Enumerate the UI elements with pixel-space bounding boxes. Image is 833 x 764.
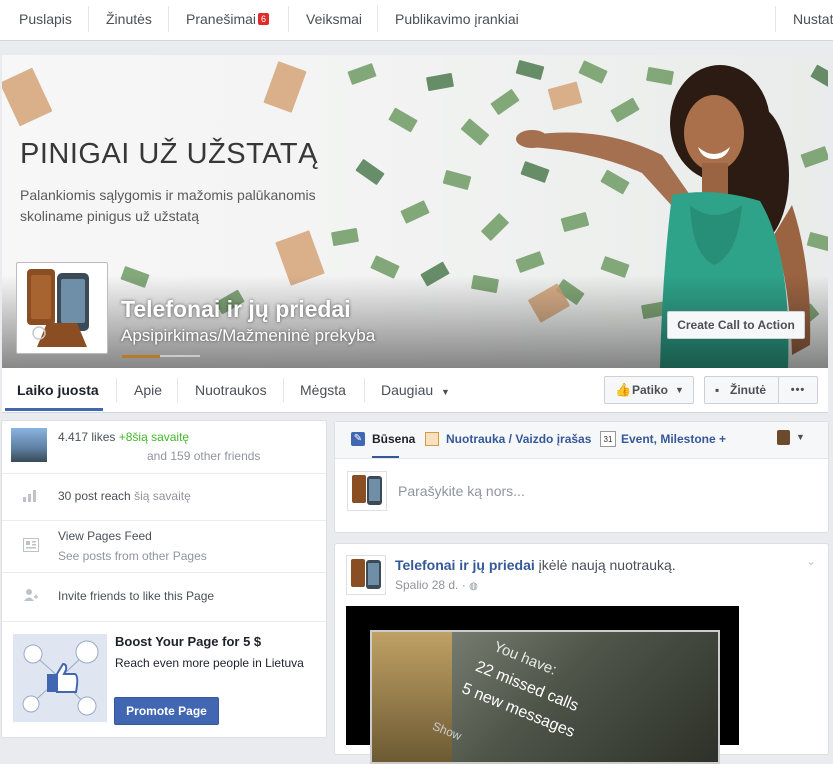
boost-title: Boost Your Page for 5 $	[115, 634, 262, 649]
globe-icon: ◍	[469, 581, 478, 592]
nav-divider	[775, 6, 776, 32]
reach-period: šią savaitę	[134, 489, 191, 503]
news-feed-icon	[23, 538, 39, 552]
row-divider	[2, 473, 326, 474]
cover-progress-fill	[122, 355, 160, 358]
page-category[interactable]: Apsipirkimas/Mažmeninė prekyba	[121, 326, 375, 346]
post-as-avatar-icon[interactable]	[777, 430, 790, 445]
tab-more-label: Daugiau	[381, 382, 434, 398]
promote-page-button[interactable]: Promote Page	[114, 697, 219, 725]
speech-bubble-icon: ▪	[715, 383, 720, 397]
composer-tab-status[interactable]: Būsena	[372, 432, 415, 446]
row-divider	[2, 572, 326, 573]
tab-divider	[177, 378, 178, 402]
pencil-icon: ✎	[351, 432, 365, 446]
boost-description: Reach even more people in Lietuva	[115, 656, 304, 670]
post-header: Telefonai ir jų priedai įkėlė naują nuot…	[395, 557, 676, 573]
nav-activity[interactable]: Veiksmai	[306, 0, 362, 40]
post-action-text: įkėlė naują nuotrauką.	[538, 557, 676, 573]
nav-settings[interactable]: Nustat	[793, 0, 833, 40]
boost-illustration	[13, 634, 107, 722]
bar-chart-icon	[23, 490, 36, 502]
profile-picture[interactable]	[16, 262, 108, 354]
page-name[interactable]: Telefonai ir jų priedai	[121, 296, 351, 323]
composer-active-indicator	[372, 456, 399, 458]
invite-friends-link[interactable]: Invite friends to like this Page	[58, 589, 214, 603]
phone-case-icon	[27, 269, 89, 347]
tab-divider	[283, 378, 284, 402]
tab-divider	[364, 378, 365, 402]
nav-page[interactable]: Puslapis	[19, 0, 72, 40]
post-photo[interactable]: You have: 22 missed calls 5 new messages…	[346, 606, 739, 764]
post-date: Spalio 28 d. ·	[395, 578, 466, 592]
row-divider	[2, 520, 326, 521]
page-tab-bar: Laiko juosta Apie Nuotraukos Mėgsta Daug…	[2, 368, 828, 413]
tab-divider	[116, 378, 117, 402]
page-avatar	[347, 471, 387, 511]
add-friend-icon	[24, 589, 38, 601]
notifications-badge: 6	[258, 13, 270, 25]
page-stats-card: 4.417 likes +8šią savaitę and 159 other …	[1, 420, 327, 738]
friends-photo[interactable]	[11, 428, 47, 462]
nav-divider	[377, 6, 378, 32]
row-divider	[2, 621, 326, 622]
thumbs-up-icon: 👍	[615, 382, 632, 397]
phone-screen-photo: You have: 22 missed calls 5 new messages…	[370, 630, 720, 764]
like-page-button[interactable]: 👍 Patiko ▼	[604, 376, 694, 404]
tab-likes[interactable]: Mėgsta	[300, 368, 346, 412]
composer-tab-photo-video[interactable]: Nuotrauka / Vaizdo įrašas	[446, 432, 591, 446]
photo-left-panel	[372, 632, 452, 762]
likes-weekly-change: +8šią savaitę	[118, 430, 190, 444]
nav-divider	[88, 6, 89, 32]
post-options-chevron-icon[interactable]: ⌄	[806, 554, 816, 568]
caret-down-icon[interactable]: ▼	[796, 432, 805, 442]
post-reach[interactable]: 30 post reach	[58, 489, 131, 503]
like-button-label: Patiko	[632, 383, 669, 397]
nav-publishing-tools[interactable]: Publikavimo įrankiai	[395, 0, 519, 40]
post-author-avatar[interactable]	[346, 555, 386, 595]
caret-down-icon: ▼	[441, 387, 450, 397]
create-cta-button[interactable]: Create Call to Action	[667, 311, 805, 339]
nav-notifications-label: Pranešimai	[186, 11, 257, 27]
likes-line: 4.417 likes +8šią savaitę	[58, 430, 189, 444]
caret-down-icon: ▼	[675, 385, 684, 395]
photo-icon	[425, 432, 439, 446]
cover-headline: PINIGAI UŽ UŽSTATĄ	[20, 138, 318, 170]
page-admin-nav: Puslapis Žinutės Pranešimai 6 Veiksmai Pu…	[0, 0, 833, 41]
message-button-label: Žinutė	[730, 383, 766, 397]
view-pages-feed-description: See posts from other Pages	[58, 549, 207, 563]
more-options-button[interactable]: •••	[778, 376, 818, 404]
nav-divider	[288, 6, 289, 32]
composer-input[interactable]: Parašykite ką nors...	[398, 483, 525, 499]
nav-divider	[168, 6, 169, 32]
tab-photos[interactable]: Nuotraukos	[195, 368, 267, 412]
cover-subtitle: Palankiomis sąlygomis ir mažomis palūkan…	[20, 187, 316, 203]
likes-count[interactable]: 4.417 likes	[58, 430, 115, 444]
view-pages-feed-link[interactable]: View Pages Feed	[58, 529, 152, 543]
reach-line: 30 post reach šią savaitę	[58, 489, 191, 503]
tab-more[interactable]: Daugiau ▼	[381, 368, 450, 412]
nav-notifications[interactable]: Pranešimai 6	[186, 0, 270, 40]
active-tab-indicator	[5, 408, 103, 411]
calendar-icon: 31	[600, 431, 616, 447]
friends-like-text[interactable]: and 159 other friends	[147, 449, 260, 463]
cover-subtitle: skoliname pinigus už užstatą	[20, 208, 199, 224]
tab-timeline[interactable]: Laiko juosta	[17, 368, 99, 412]
post-timestamp[interactable]: Spalio 28 d. · ◍	[395, 578, 478, 592]
message-button[interactable]: ▪ Žinutė	[704, 376, 780, 404]
nav-messages[interactable]: Žinutės	[106, 0, 152, 40]
composer-tab-event[interactable]: Event, Milestone +	[621, 432, 726, 446]
post-author-link[interactable]: Telefonai ir jų priedai	[395, 557, 535, 573]
tab-about[interactable]: Apie	[134, 368, 162, 412]
